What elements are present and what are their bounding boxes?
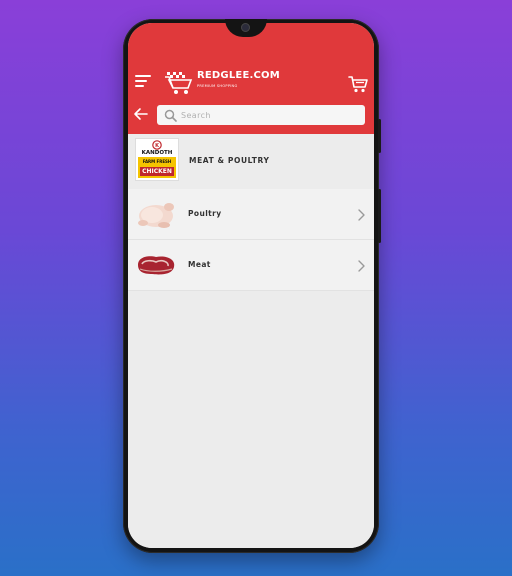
back-arrow-icon[interactable] (133, 107, 149, 121)
power-button (378, 119, 381, 153)
empty-content-area (128, 292, 374, 548)
search-bar[interactable] (157, 105, 365, 125)
front-camera-icon (241, 23, 250, 32)
brand-line-3: CHICKEN (142, 168, 172, 175)
phone-frame: REDGLEE.COM PREMIUM SHOPPING Search K KA… (123, 19, 381, 553)
list-item-label: Poultry (188, 209, 222, 218)
cart-logo-icon (165, 72, 193, 94)
cart-icon[interactable] (348, 75, 368, 93)
kandoth-brand-logo: K KANDOTH FARM FRESH CHICKEN (135, 138, 179, 181)
category-title: MEAT & POULTRY (189, 156, 270, 165)
list-item-meat[interactable]: Meat (128, 240, 374, 291)
redglee-logo[interactable]: REDGLEE.COM PREMIUM SHOPPING (165, 68, 280, 96)
list-item-label: Meat (188, 260, 211, 269)
logo-tagline: PREMIUM SHOPPING (197, 84, 238, 88)
brand-line-2: FARM FRESH (142, 159, 172, 164)
category-header: K KANDOTH FARM FRESH CHICKEN MEAT & POUL… (128, 134, 374, 189)
hamburger-menu-icon[interactable] (135, 75, 151, 89)
search-input[interactable] (181, 107, 356, 123)
steak-icon (138, 256, 175, 275)
search-icon (164, 109, 177, 122)
list-item-poultry[interactable]: Poultry (128, 189, 374, 240)
volume-button (378, 189, 381, 243)
brand-line-1: KANDOTH (141, 150, 173, 156)
chicken-icon (138, 203, 174, 228)
chevron-right-icon (358, 209, 365, 221)
chevron-right-icon (358, 260, 365, 272)
app-screen: REDGLEE.COM PREMIUM SHOPPING Search K KA… (128, 23, 374, 548)
app-header: REDGLEE.COM PREMIUM SHOPPING (128, 23, 374, 134)
logo-title: REDGLEE.COM (197, 70, 280, 81)
